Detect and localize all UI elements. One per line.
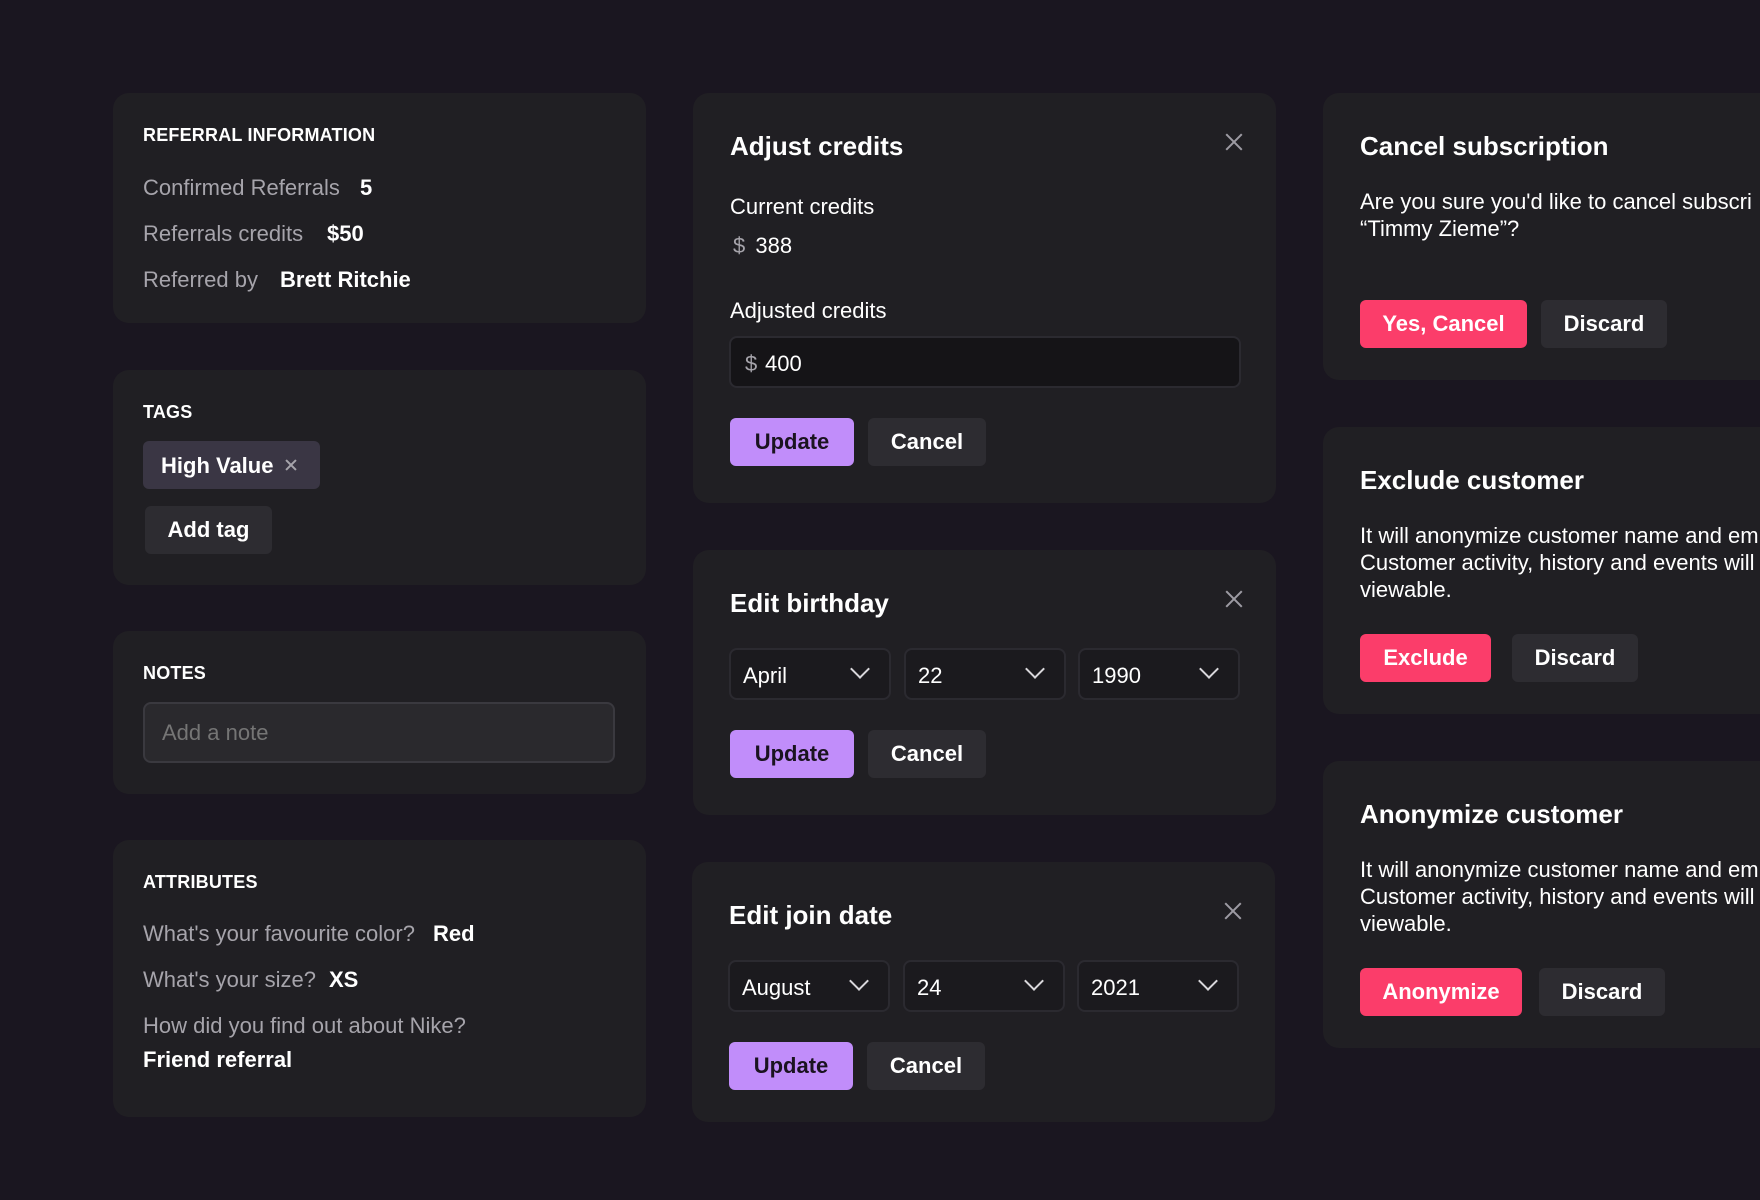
discard-button[interactable]: Discard	[1541, 300, 1667, 348]
attribute-answer: Friend referral	[143, 1047, 293, 1072]
exclude-customer-dialog: Exclude customer It will anonymize custo…	[1323, 427, 1760, 714]
anonymize-customer-title: Anonymize customer	[1360, 799, 1623, 829]
select-value: 1990	[1092, 663, 1141, 688]
exclude-customer-title: Exclude customer	[1360, 465, 1584, 495]
notes-card: NOTES	[113, 631, 646, 794]
edit-join-date-dialog: Edit join date August 24 2021 Update Can…	[692, 862, 1275, 1122]
current-credits-value: $ 388	[733, 233, 792, 259]
update-button[interactable]: Update	[730, 418, 854, 466]
update-button[interactable]: Update	[730, 730, 854, 778]
cancel-button[interactable]: Cancel	[868, 418, 986, 466]
chevron-down-icon	[1198, 971, 1218, 991]
edit-birthday-dialog: Edit birthday April 22 1990 Update Cance…	[693, 550, 1276, 815]
attribute-answer: XS	[329, 967, 359, 992]
tag-label: High Value	[161, 453, 274, 478]
discard-button[interactable]: Discard	[1512, 634, 1638, 682]
anonymize-button[interactable]: Anonymize	[1360, 968, 1522, 1016]
currency-symbol: $	[733, 233, 746, 258]
chevron-down-icon	[849, 971, 869, 991]
confirmed-referrals-label: Confirmed Referrals	[143, 175, 340, 200]
cancel-subscription-dialog: Cancel subscription Are you sure you'd l…	[1323, 93, 1760, 380]
birthday-month-select[interactable]: April	[729, 648, 891, 700]
birthday-day-select[interactable]: 22	[904, 648, 1066, 700]
referral-credits-label: Referrals credits	[143, 221, 304, 246]
referred-by-label: Referred by	[143, 267, 258, 292]
join-year-select[interactable]: 2021	[1077, 960, 1239, 1012]
cancel-button[interactable]: Cancel	[868, 730, 986, 778]
referral-info-title: REFERRAL INFORMATION	[143, 125, 376, 145]
close-icon[interactable]	[1222, 900, 1244, 922]
join-day-select[interactable]: 24	[903, 960, 1065, 1012]
remove-tag-icon[interactable]	[284, 458, 298, 472]
attribute-question: What's your size?	[143, 967, 316, 992]
exclude-button[interactable]: Exclude	[1360, 634, 1491, 682]
attributes-title: ATTRIBUTES	[143, 872, 258, 892]
currency-symbol: $	[745, 351, 758, 376]
attribute-answer: Red	[433, 921, 475, 946]
attributes-card: ATTRIBUTES What's your favourite color? …	[113, 840, 646, 1117]
notes-title: NOTES	[143, 663, 207, 683]
adjusted-credits-input[interactable]: $ 400	[729, 336, 1241, 388]
select-value: 24	[917, 975, 942, 1000]
select-value: 2021	[1091, 975, 1140, 1000]
chevron-down-icon	[850, 659, 870, 679]
chevron-down-icon	[1024, 971, 1044, 991]
confirm-cancel-button[interactable]: Yes, Cancel	[1360, 300, 1527, 348]
anonymize-customer-message: It will anonymize customer name and em C…	[1360, 857, 1759, 936]
select-value: 22	[918, 663, 943, 688]
confirmed-referrals-value: 5	[360, 175, 373, 200]
note-input[interactable]	[143, 702, 615, 763]
tags-card: TAGS High Value Add tag	[113, 370, 646, 585]
attribute-question: How did you find out about Nike?	[143, 1013, 466, 1038]
update-button[interactable]: Update	[729, 1042, 853, 1090]
close-icon[interactable]	[1223, 131, 1245, 153]
add-tag-button[interactable]: Add tag	[145, 506, 272, 554]
cancel-subscription-message: Are you sure you'd like to cancel subscr…	[1360, 189, 1752, 241]
adjust-credits-title: Adjust credits	[730, 131, 904, 161]
tag-high-value[interactable]: High Value	[143, 441, 320, 489]
join-month-select[interactable]: August	[728, 960, 890, 1012]
select-value: August	[742, 975, 811, 1000]
select-value: April	[743, 663, 788, 688]
close-icon[interactable]	[1223, 588, 1245, 610]
edit-join-date-title: Edit join date	[729, 900, 893, 930]
cancel-subscription-title: Cancel subscription	[1360, 131, 1609, 161]
exclude-customer-message: It will anonymize customer name and em C…	[1360, 523, 1759, 602]
chevron-down-icon	[1025, 659, 1045, 679]
referral-credits-value: $50	[327, 221, 364, 246]
tags-title: TAGS	[143, 402, 193, 422]
referred-by-value[interactable]: Brett Ritchie	[280, 267, 411, 293]
edit-birthday-title: Edit birthday	[730, 588, 889, 618]
birthday-year-select[interactable]: 1990	[1078, 648, 1240, 700]
chevron-down-icon	[1199, 659, 1219, 679]
current-credits-label: Current credits	[730, 194, 875, 219]
cancel-button[interactable]: Cancel	[867, 1042, 985, 1090]
current-credits-amount: 388	[755, 233, 793, 258]
adjust-credits-dialog: Adjust credits Current credits $ 388 Adj…	[693, 93, 1276, 503]
adjusted-credits-value: 400	[765, 351, 802, 376]
attribute-question: What's your favourite color?	[143, 921, 415, 946]
discard-button[interactable]: Discard	[1539, 968, 1665, 1016]
adjusted-credits-label: Adjusted credits	[730, 298, 887, 323]
referral-info-card: REFERRAL INFORMATION Confirmed Referrals…	[113, 93, 646, 323]
anonymize-customer-dialog: Anonymize customer It will anonymize cus…	[1323, 761, 1760, 1048]
